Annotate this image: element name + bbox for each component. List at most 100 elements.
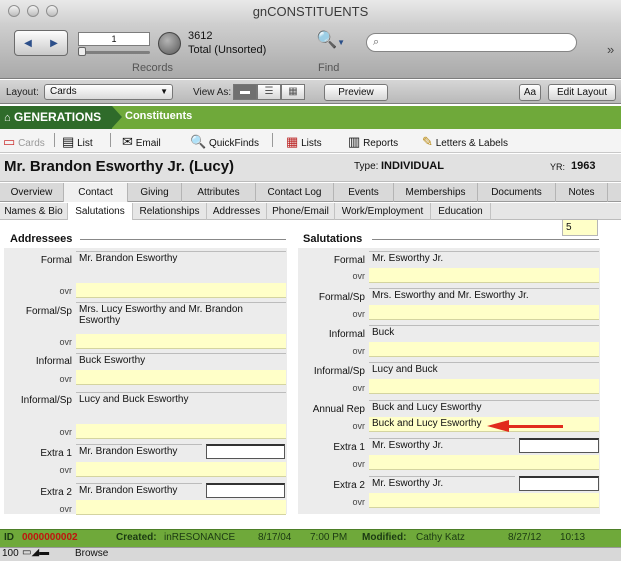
view-as-form-button[interactable]: ▬ (233, 84, 257, 100)
find-dropdown-icon[interactable]: ▼ (337, 38, 345, 47)
tab-contact-log[interactable]: Contact Log (256, 183, 334, 202)
salutation-formal-field[interactable]: Mr. Esworthy Jr. (369, 251, 599, 266)
salutation-annual-rep-ovr-field[interactable]: Buck and Lucy Esworthy (369, 417, 599, 432)
yr-value: 1963 (571, 160, 596, 172)
nav-label: Lists (301, 138, 322, 149)
addressee-extra-1-ovr-field[interactable] (76, 462, 286, 477)
salutation-annual-rep-field[interactable]: Buck and Lucy Esworthy (369, 400, 599, 415)
nav-reports[interactable]: ▥ Reports (348, 134, 398, 150)
created-by: inRESONANCE (164, 532, 236, 543)
field-label: Informal/Sp (313, 366, 365, 377)
tab-memberships[interactable]: Memberships (394, 183, 478, 202)
salutation-count-field[interactable]: 5 (562, 219, 598, 236)
layout-label: Layout: (6, 87, 39, 98)
created-date: 8/17/04 (258, 532, 292, 543)
addressee-extra-1-type-field[interactable] (206, 444, 285, 459)
record-slider-handle[interactable] (78, 47, 86, 56)
salutation-extra-1-type-field[interactable] (519, 438, 599, 453)
addressee-extra-2-ovr-field[interactable] (76, 500, 286, 515)
module-name: Constituents (125, 110, 193, 122)
salutation-extra-2-type-field[interactable] (519, 476, 599, 491)
salutation-informal-ovr-field[interactable] (369, 342, 599, 357)
salutation-formal-sp-field[interactable]: Mrs. Esworthy and Mr. Esworthy Jr. (369, 288, 599, 303)
search-icon: ⌕ (373, 36, 380, 48)
addressee-informal-sp-ovr-field[interactable] (76, 424, 286, 439)
addressee-extra-2-field[interactable]: Mr. Brandon Esworthy (76, 483, 202, 498)
view-as-label: View As: (193, 87, 232, 98)
salutation-formal-sp-ovr-field[interactable] (369, 305, 599, 320)
salutation-informal-field[interactable]: Buck (369, 325, 599, 340)
zoom-controls-icon[interactable]: ▭◢▬ (22, 547, 49, 558)
salutation-extra-2-ovr-field[interactable] (369, 493, 599, 508)
salutation-formal-ovr-field[interactable] (369, 268, 599, 283)
addressee-formal-sp-field[interactable]: Mrs. Lucy Esworthy and Mr. Brandon Eswor… (76, 302, 286, 332)
cards-icon: ▭ (3, 134, 16, 149)
salutation-informal-sp-ovr-field[interactable] (369, 379, 599, 394)
view-as-list-button[interactable]: ☰ (257, 84, 281, 100)
edit-layout-button[interactable]: Edit Layout (548, 84, 616, 101)
type-value: INDIVIDUAL (381, 160, 444, 172)
field-label: Extra 2 (40, 487, 72, 498)
addressee-extra-2-type-field[interactable] (206, 483, 285, 498)
tab-attributes[interactable]: Attributes (182, 183, 256, 202)
tab-events[interactable]: Events (334, 183, 394, 202)
salutations-title: Salutations (303, 233, 363, 245)
zoom-level[interactable]: 100 (2, 548, 19, 559)
subtab-salutations[interactable]: Salutations (68, 203, 133, 220)
salutation-extra-1-ovr-field[interactable] (369, 455, 599, 470)
addressee-formal-ovr-field[interactable] (76, 283, 286, 298)
divider (80, 239, 286, 240)
nav-email[interactable]: ✉ Email (122, 134, 161, 150)
ovr-label: ovr (59, 374, 72, 384)
records-label: Records (132, 62, 173, 74)
addressee-informal-field[interactable]: Buck Esworthy (76, 353, 286, 368)
next-record-icon[interactable]: ▶ (50, 38, 58, 49)
addressee-informal-sp-field[interactable]: Lucy and Buck Esworthy (76, 392, 286, 422)
nav-cards[interactable]: ▭ Cards (3, 134, 45, 150)
salutation-extra-2-field[interactable]: Mr. Esworthy Jr. (369, 476, 515, 491)
toolbar-overflow-icon[interactable]: » (607, 42, 614, 57)
addressee-formal-sp-ovr-field[interactable] (76, 334, 286, 349)
find-magnifier-icon[interactable]: 🔍▼ (316, 30, 345, 50)
subtab-names-bio[interactable]: Names & Bio (0, 203, 68, 220)
subtab-education[interactable]: Education (431, 203, 491, 220)
tab-documents[interactable]: Documents (478, 183, 556, 202)
list-view-icon: ☰ (264, 86, 274, 97)
subtab-relationships[interactable]: Relationships (133, 203, 207, 220)
nav-letters-labels[interactable]: ✎ Letters & Labels (422, 134, 508, 150)
view-as-table-button[interactable]: ▦ (281, 84, 305, 100)
tab-notes[interactable]: Notes (556, 183, 608, 202)
salutation-extra-1-field[interactable]: Mr. Esworthy Jr. (369, 438, 515, 453)
tab-overview[interactable]: Overview (0, 183, 64, 202)
field-label: Annual Rep (312, 404, 365, 415)
tab-contact[interactable]: Contact (64, 183, 128, 202)
layout-select[interactable]: Cards ▼ (44, 84, 173, 100)
previous-record-icon[interactable]: ◀ (24, 38, 32, 49)
salutation-informal-sp-field[interactable]: Lucy and Buck (369, 362, 599, 377)
subtab-phone-email[interactable]: Phone/Email (267, 203, 335, 220)
current-record-input[interactable]: 1 (78, 32, 150, 46)
addressee-extra-1-field[interactable]: Mr. Brandon Esworthy (76, 444, 202, 459)
addressee-formal-field[interactable]: Mr. Brandon Esworthy (76, 251, 286, 281)
preview-button[interactable]: Preview (324, 84, 388, 101)
record-slider[interactable] (78, 51, 150, 54)
tab-giving[interactable]: Giving (128, 183, 182, 202)
ovr-label: ovr (352, 383, 365, 393)
divider (272, 133, 273, 147)
nav-lists[interactable]: ▦ Lists (286, 134, 322, 150)
record-book-navigator[interactable]: ◀ ▶ (14, 30, 68, 56)
mode-indicator[interactable]: Browse (75, 548, 108, 559)
nav-label: Reports (363, 138, 399, 149)
created-label: Created: (116, 532, 157, 543)
quick-find-search-input[interactable]: ⌕ (366, 33, 577, 52)
field-label: Extra 1 (40, 448, 72, 459)
addressee-informal-ovr-field[interactable] (76, 370, 286, 385)
nav-list[interactable]: ▤ List (62, 134, 93, 150)
text-format-button[interactable]: Aa (519, 84, 541, 101)
nav-quickfinds[interactable]: 🔍 QuickFinds (190, 134, 259, 150)
ovr-label: ovr (59, 286, 72, 296)
subtab-work-employment[interactable]: Work/Employment (335, 203, 431, 220)
addressees-title: Addressees (10, 233, 73, 245)
subtab-addresses[interactable]: Addresses (207, 203, 267, 220)
banner-arrow (112, 106, 122, 128)
